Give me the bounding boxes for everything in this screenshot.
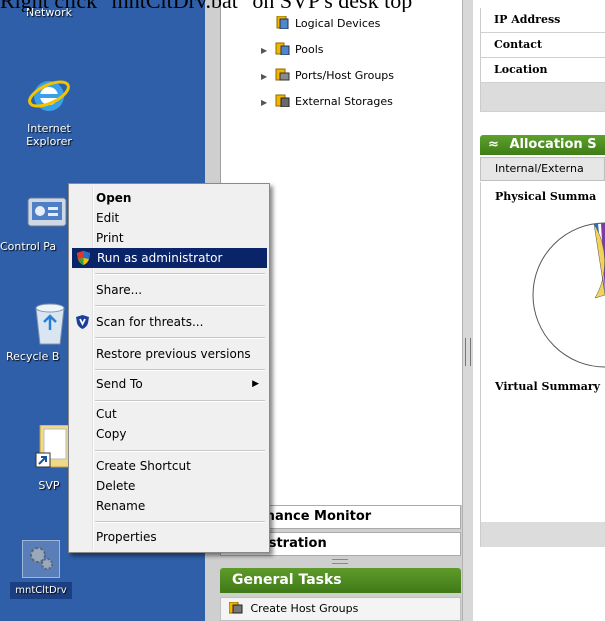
menu-item-open[interactable]: Open bbox=[71, 188, 267, 208]
menu-separator bbox=[95, 521, 265, 523]
grip-lines bbox=[332, 559, 348, 564]
antivirus-shield-icon bbox=[76, 315, 89, 329]
virtual-summary-label: Virtual Summary bbox=[495, 380, 601, 393]
menu-item-rename[interactable]: Rename bbox=[71, 496, 267, 516]
menu-separator bbox=[95, 369, 265, 371]
selected-icon-highlight bbox=[22, 540, 60, 578]
batch-file-gears-icon bbox=[30, 547, 53, 570]
splitter-grip bbox=[465, 338, 471, 366]
host-groups-icon bbox=[228, 601, 243, 614]
tree-item-label: Pools bbox=[295, 43, 324, 56]
panel-resize-handle[interactable] bbox=[220, 556, 461, 566]
menu-item-scan-for-threats[interactable]: Scan for threats... bbox=[71, 312, 267, 332]
menu-item-send-to[interactable]: Send To ▶ bbox=[71, 374, 267, 394]
menu-item-run-as-administrator[interactable]: Run as administrator bbox=[72, 248, 267, 268]
task-label: Create Host Groups bbox=[250, 602, 359, 615]
tree-item-logical-devices[interactable]: Logical Devices bbox=[261, 16, 380, 30]
task-create-host-groups[interactable]: Create Host Groups bbox=[220, 597, 461, 621]
menu-item-share[interactable]: Share... bbox=[71, 280, 267, 300]
recycle-bin-icon bbox=[35, 303, 65, 345]
menu-item-print[interactable]: Print bbox=[71, 228, 267, 248]
submenu-arrow-icon: ▶ bbox=[252, 379, 259, 389]
property-footer bbox=[480, 83, 605, 112]
desktop-icon-label: Explorer bbox=[26, 135, 72, 148]
external-storages-icon bbox=[275, 94, 289, 107]
menu-separator bbox=[95, 450, 265, 452]
internet-explorer-icon bbox=[28, 80, 70, 111]
context-menu: Open Edit Print Run as administrator Sha… bbox=[68, 183, 270, 553]
accordion-label: rmance Monitor bbox=[255, 509, 372, 524]
tree-item-ports-host-groups[interactable]: ▶ Ports/Host Groups bbox=[261, 68, 394, 82]
menu-separator bbox=[95, 273, 265, 275]
menu-item-copy[interactable]: Copy bbox=[71, 424, 267, 444]
folder-shortcut-icon bbox=[35, 425, 71, 468]
property-contact: Contact bbox=[480, 33, 605, 58]
desktop-icon-internet-explorer[interactable]: Internet Explorer bbox=[8, 72, 90, 148]
menu-item-create-shortcut[interactable]: Create Shortcut bbox=[71, 456, 267, 476]
menu-item-edit[interactable]: Edit bbox=[71, 208, 267, 228]
physical-summary-pie-chart bbox=[532, 222, 605, 368]
allocation-footer bbox=[480, 522, 605, 547]
tree-item-external-storages[interactable]: ▶ External Storages bbox=[261, 94, 393, 108]
allocation-title: Allocation S bbox=[509, 137, 597, 152]
internal-external-tab[interactable]: Internal/Externa bbox=[480, 157, 605, 181]
uac-shield-icon bbox=[77, 251, 90, 265]
tree-item-pools[interactable]: ▶ Pools bbox=[261, 42, 324, 56]
property-table: IP Address Contact Location bbox=[480, 8, 605, 112]
menu-separator bbox=[95, 400, 265, 402]
menu-item-properties[interactable]: Properties bbox=[71, 527, 267, 547]
menu-separator bbox=[95, 305, 265, 307]
menu-item-label: Send To bbox=[96, 377, 143, 391]
tree-item-label: Ports/Host Groups bbox=[295, 69, 395, 82]
pools-icon bbox=[275, 42, 289, 55]
expand-arrow-icon[interactable]: ▶ bbox=[261, 98, 271, 107]
tree-item-label: Logical Devices bbox=[295, 17, 381, 30]
instruction-caption: Right click "mntCltDrv.bat" on SVP's des… bbox=[0, 0, 605, 12]
desktop-icon-label: mntCltDrv bbox=[10, 582, 72, 599]
menu-item-delete[interactable]: Delete bbox=[71, 476, 267, 496]
tree-item-label: External Storages bbox=[295, 95, 393, 108]
menu-item-label: Scan for threats... bbox=[96, 315, 204, 329]
logical-devices-icon bbox=[276, 16, 288, 29]
general-tasks-header[interactable]: General Tasks bbox=[220, 568, 461, 593]
expand-arrow-icon[interactable]: ▶ bbox=[261, 72, 271, 81]
desktop-icon-mntcltdrv[interactable]: mntCltDrv bbox=[10, 538, 72, 599]
expand-arrow-icon[interactable]: ▶ bbox=[261, 46, 271, 55]
menu-item-cut[interactable]: Cut bbox=[71, 404, 267, 424]
vertical-splitter[interactable] bbox=[462, 0, 473, 621]
control-panel-icon bbox=[27, 197, 67, 227]
allocation-summary-header[interactable]: ≈ Allocation S bbox=[480, 135, 605, 155]
physical-summary-label: Physical Summa bbox=[495, 190, 597, 203]
menu-separator bbox=[95, 337, 265, 339]
collapse-icon[interactable]: ≈ bbox=[488, 137, 499, 152]
menu-item-label: Run as administrator bbox=[97, 251, 223, 265]
ports-host-groups-icon bbox=[275, 68, 289, 81]
property-location: Location bbox=[480, 58, 605, 83]
menu-item-restore-previous-versions[interactable]: Restore previous versions bbox=[71, 344, 267, 364]
desktop-icon-label: Internet bbox=[27, 122, 71, 135]
